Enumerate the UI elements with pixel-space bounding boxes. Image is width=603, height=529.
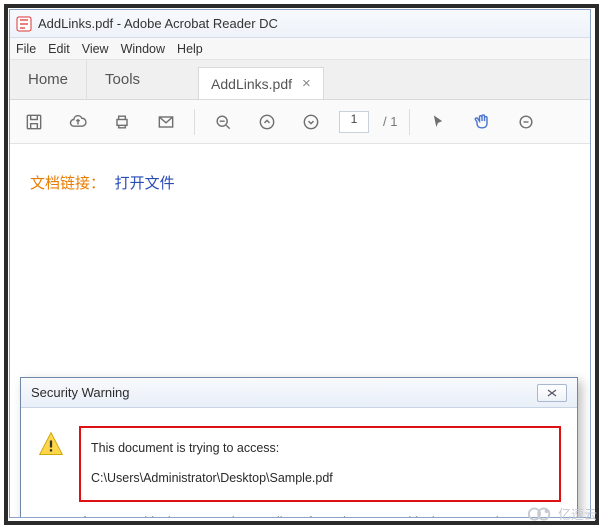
document-tab[interactable]: AddLinks.pdf × — [198, 67, 324, 99]
document-tab-label: AddLinks.pdf — [211, 76, 292, 92]
pointer-tool-icon[interactable] — [422, 106, 454, 138]
warning-icon — [37, 430, 65, 458]
print-icon[interactable] — [106, 106, 138, 138]
menu-window[interactable]: Window — [121, 42, 165, 56]
menu-bar: File Edit View Window Help — [10, 38, 590, 60]
pdf-app-icon — [16, 16, 32, 32]
tab-home[interactable]: Home — [10, 59, 86, 99]
save-icon[interactable] — [18, 106, 50, 138]
dialog-message: This document is trying to access: C:\Us… — [79, 426, 561, 518]
page-number-input[interactable]: 1 — [339, 111, 369, 133]
page-total-label: / 1 — [383, 114, 397, 129]
dialog-titlebar: Security Warning — [21, 378, 577, 408]
open-file-link[interactable]: 打开文件 — [115, 175, 175, 192]
main-toolbar: 1 / 1 — [10, 100, 590, 144]
trust-instruction: If you trust this document, choose Allow… — [79, 512, 561, 518]
access-path: C:\Users\Administrator\Desktop\Sample.pd… — [91, 468, 549, 488]
security-warning-dialog: Security Warning This document is trying… — [20, 377, 578, 518]
watermark-text: 亿速云 — [558, 504, 597, 523]
highlighted-access-box: This document is trying to access: C:\Us… — [79, 426, 561, 502]
dialog-title: Security Warning — [31, 385, 130, 400]
menu-file[interactable]: File — [16, 42, 36, 56]
zoom-out-icon[interactable] — [207, 106, 239, 138]
access-intro: This document is trying to access: — [91, 438, 549, 458]
tab-tools[interactable]: Tools — [86, 59, 158, 99]
hand-tool-icon[interactable] — [466, 106, 498, 138]
mail-icon[interactable] — [150, 106, 182, 138]
acrobat-window: AddLinks.pdf - Adobe Acrobat Reader DC F… — [9, 9, 591, 518]
toolbar-divider — [194, 109, 195, 135]
document-view: 文档链接： 打开文件 Security Warning This docum — [10, 144, 590, 517]
menu-view[interactable]: View — [82, 42, 109, 56]
document-link-label: 文档链接： — [30, 175, 105, 192]
toolbar-divider — [409, 109, 410, 135]
zoom-select-icon[interactable] — [510, 106, 542, 138]
page-down-icon[interactable] — [295, 106, 327, 138]
page-up-icon[interactable] — [251, 106, 283, 138]
window-title: AddLinks.pdf - Adobe Acrobat Reader DC — [38, 16, 278, 31]
menu-edit[interactable]: Edit — [48, 42, 70, 56]
cloud-upload-icon[interactable] — [62, 106, 94, 138]
app-tab-bar: Home Tools AddLinks.pdf × — [10, 60, 590, 100]
close-tab-icon[interactable]: × — [302, 75, 311, 92]
menu-help[interactable]: Help — [177, 42, 203, 56]
window-titlebar: AddLinks.pdf - Adobe Acrobat Reader DC — [10, 10, 590, 38]
dialog-close-icon[interactable] — [537, 384, 567, 402]
watermark: 亿速云 — [526, 504, 597, 523]
